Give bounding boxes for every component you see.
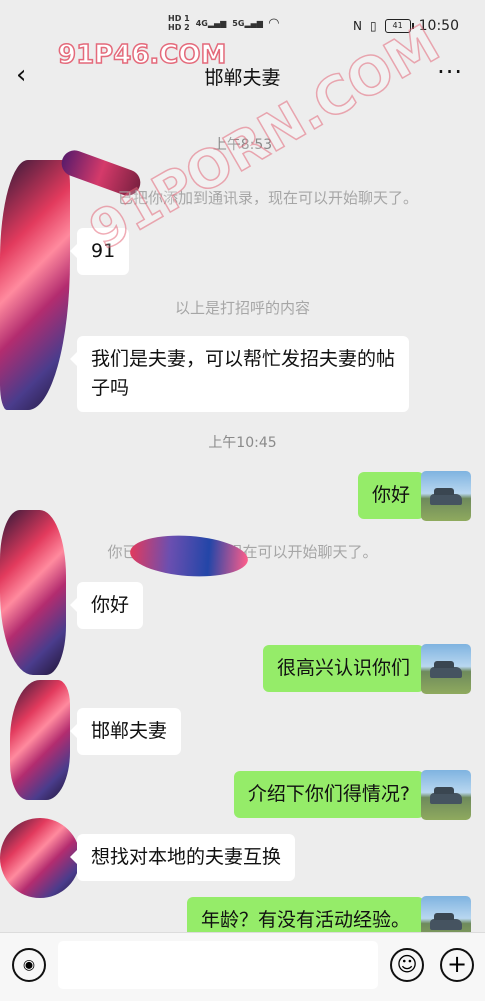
status-left: HD 1 HD 2 4G▂▄▆ 5G▂▄▆ ◠ bbox=[168, 14, 279, 32]
timestamp: 上午8:53 bbox=[212, 137, 273, 153]
received-message[interactable]: 想找对本地的夫妻互换 bbox=[69, 834, 296, 881]
voice-button[interactable]: ◉ bbox=[12, 948, 46, 982]
received-message[interactable]: 我们是夫妻，可以帮忙发招夫妻的帖子吗 bbox=[70, 336, 409, 412]
sim2-label: HD 2 bbox=[168, 23, 190, 32]
chat-header: ‹ 邯郸夫妻 ··· bbox=[0, 52, 485, 100]
sent-message[interactable]: 你好 bbox=[357, 472, 432, 519]
battery-icon: 41 bbox=[384, 19, 414, 33]
sent-message[interactable]: 介绍下你们得情况? bbox=[233, 771, 432, 818]
sim-hd-badges: HD 1 HD 2 bbox=[168, 14, 190, 32]
input-bar: ◉ ☺ + bbox=[0, 932, 485, 1001]
plus-icon: + bbox=[446, 950, 468, 978]
more-dots-icon: ··· bbox=[437, 58, 463, 86]
contact-avatar-mosaic bbox=[10, 680, 70, 800]
contact-avatar-mosaic bbox=[0, 160, 70, 410]
redaction-scribble bbox=[128, 531, 250, 581]
system-message: 已把你添加到通讯录，现在可以开始聊天了。 bbox=[118, 189, 419, 207]
signal-4g-icon: 4G▂▄▆ bbox=[195, 18, 227, 28]
received-message[interactable]: 你好 bbox=[69, 582, 144, 629]
wifi-icon: ◠ bbox=[268, 15, 279, 31]
clock: 10:50 bbox=[418, 18, 459, 34]
received-message[interactable]: 邯郸夫妻 bbox=[69, 708, 182, 755]
nfc-icon: N bbox=[353, 19, 363, 33]
vibrate-icon: ▯ bbox=[370, 19, 377, 33]
sent-message[interactable]: 很高兴认识你们 bbox=[262, 645, 432, 692]
signal-5g-icon: 5G▂▄▆ bbox=[232, 18, 263, 28]
more-actions-button[interactable]: + bbox=[440, 948, 474, 982]
message-input[interactable] bbox=[58, 941, 378, 989]
system-message: 以上是打招呼的内容 bbox=[174, 299, 310, 317]
sim1-label: HD 1 bbox=[168, 14, 190, 23]
more-button[interactable]: ··· bbox=[437, 58, 463, 86]
timestamp: 上午10:45 bbox=[208, 435, 277, 451]
emoji-icon: ☺ bbox=[396, 952, 418, 976]
status-bar: HD 1 HD 2 4G▂▄▆ 5G▂▄▆ ◠ N ▯ 41 10:50 bbox=[0, 0, 485, 52]
received-message[interactable]: 91 bbox=[69, 228, 130, 275]
emoji-button[interactable]: ☺ bbox=[390, 948, 424, 982]
my-avatar[interactable] bbox=[421, 770, 471, 820]
chat-title: 邯郸夫妻 bbox=[204, 67, 281, 89]
my-avatar[interactable] bbox=[421, 471, 471, 521]
status-right: N ▯ 41 10:50 bbox=[353, 18, 459, 34]
my-avatar[interactable] bbox=[421, 644, 471, 694]
voice-icon: ◉ bbox=[22, 957, 36, 973]
contact-avatar-mosaic bbox=[0, 510, 66, 675]
contact-avatar-mosaic bbox=[0, 818, 80, 898]
